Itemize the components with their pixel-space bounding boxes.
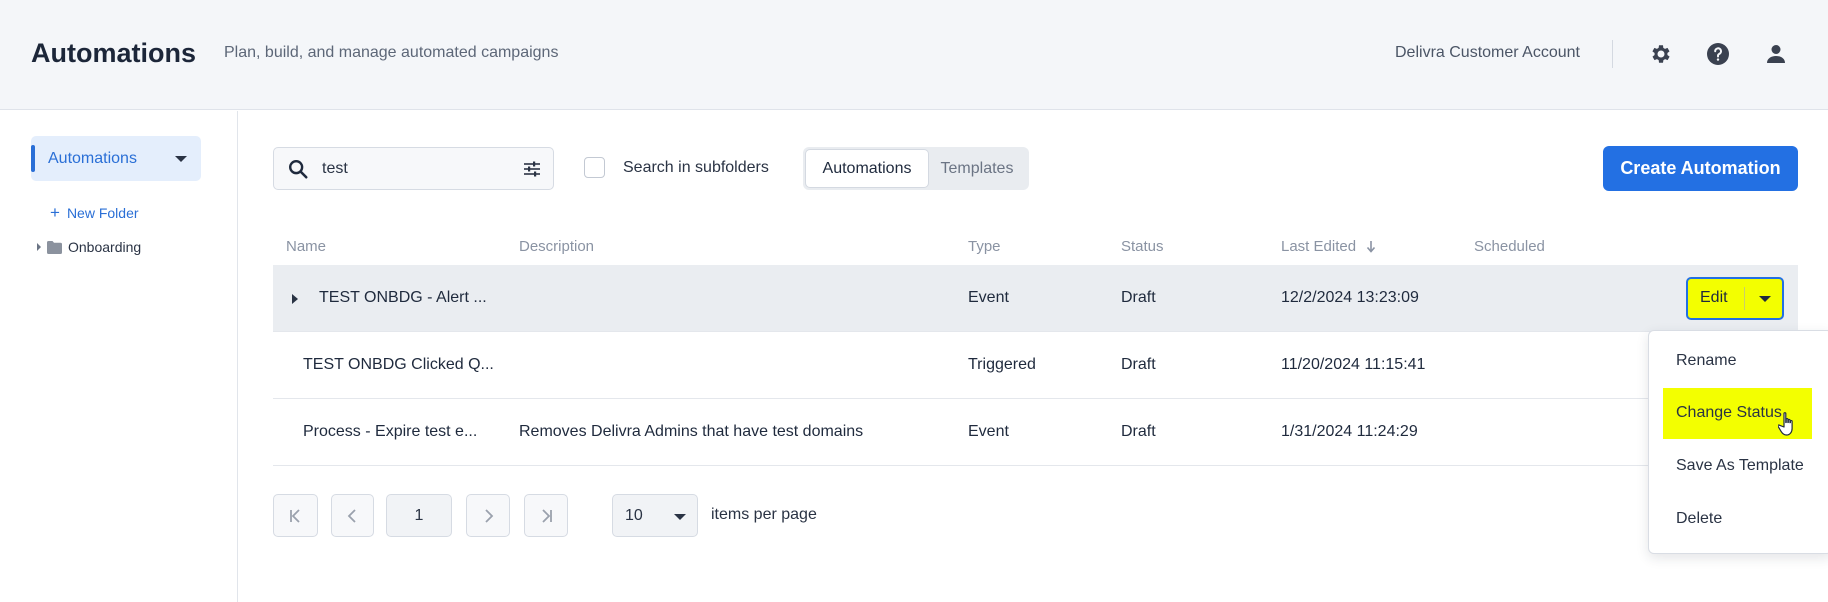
row-last-edited: 11/20/2024 11:15:41 [1281,356,1426,373]
plus-icon: + [50,203,60,222]
row-last-edited: 1/31/2024 11:24:29 [1281,423,1418,440]
previous-page-button[interactable] [331,494,374,537]
folder-label: Onboarding [68,239,142,255]
row-type: Event [968,423,1009,440]
menu-item-delete[interactable]: Delete [1649,493,1828,545]
new-folder-button[interactable]: + New Folder [50,203,139,222]
next-page-button[interactable] [466,494,510,537]
button-divider [1744,287,1745,310]
row-name[interactable]: TEST ONBDG - Alert ... [319,289,487,307]
chevron-right-icon [485,508,494,523]
menu-item-label: Change Status [1676,404,1782,421]
chevron-left-icon [347,508,356,523]
menu-item-change-status[interactable]: Change Status [1649,387,1828,439]
subfolders-label: Search in subfolders [623,158,769,176]
row-type: Triggered [968,356,1036,373]
header-divider [1612,40,1613,68]
table-row[interactable]: Process - Expire test e... Removes Deliv… [273,399,1798,466]
menu-item-label: Save As Template [1676,457,1804,474]
chevron-down-icon[interactable] [175,156,187,162]
per-page-value: 10 [625,507,643,524]
help-icon[interactable] [1705,41,1731,67]
filter-icon[interactable] [523,160,541,178]
create-automation-button[interactable]: Create Automation [1603,146,1798,191]
chevron-down-icon [1759,295,1771,302]
row-name[interactable]: TEST ONBDG Clicked Q... [303,356,494,374]
hand-cursor-icon [1778,412,1793,436]
first-page-button[interactable] [273,494,318,537]
row-description: Removes Delivra Admins that have test do… [519,423,864,440]
column-header-status[interactable]: Status [1121,238,1164,255]
table-row[interactable]: TEST ONBDG Clicked Q... Triggered Draft … [273,332,1798,399]
search-value[interactable]: test [322,160,348,178]
search-icon [289,160,308,179]
view-toggle: Automations Templates [803,147,1029,190]
menu-item-label: Rename [1676,352,1737,369]
edit-dropdown-toggle[interactable] [1748,280,1782,317]
items-per-page-select[interactable]: 10 [612,494,698,537]
sidebar-item-automations[interactable]: Automations [31,136,201,181]
sidebar: Automations + New Folder Onboarding [0,111,238,602]
folder-icon [47,240,62,254]
column-header-name[interactable]: Name [286,238,326,255]
row-status: Draft [1121,289,1156,306]
account-name[interactable]: Delivra Customer Account [1395,44,1580,62]
edit-button[interactable]: Edit [1700,289,1728,307]
row-type: Event [968,289,1009,306]
app-header: Automations Plan, build, and manage auto… [0,0,1828,110]
column-header-last-edited[interactable]: Last Edited [1281,238,1376,255]
expand-arrow-icon[interactable] [37,243,41,251]
edit-split-button: Edit [1686,277,1784,320]
menu-item-label: Delete [1676,510,1723,527]
column-header-label: Last Edited [1281,238,1357,255]
search-subfolders-toggle[interactable]: Search in subfolders [584,157,769,178]
column-header-type[interactable]: Type [968,238,1001,255]
column-header-scheduled[interactable]: Scheduled [1474,238,1545,255]
gear-icon[interactable] [1648,41,1674,67]
sort-down-icon [1366,241,1376,253]
row-status: Draft [1121,423,1156,440]
first-page-icon [289,508,300,523]
table-row[interactable]: TEST ONBDG - Alert ... Event Draft 12/2/… [273,265,1798,332]
sidebar-item-label: Automations [48,149,137,167]
row-name[interactable]: Process - Expire test e... [303,423,477,441]
page-number-input[interactable]: 1 [386,494,452,537]
page-subtitle: Plan, build, and manage automated campai… [224,44,559,61]
column-header-description[interactable]: Description [519,238,594,255]
row-last-edited: 12/2/2024 13:23:09 [1281,289,1419,306]
page-title: Automations [31,38,196,68]
row-actions-menu: Rename Change Status Save As Template De… [1648,330,1828,554]
expand-arrow-icon[interactable] [292,294,298,304]
menu-item-save-as-template[interactable]: Save As Template [1649,440,1828,492]
row-status: Draft [1121,356,1156,373]
tab-templates[interactable]: Templates [928,150,1026,187]
sidebar-folder-onboarding[interactable]: Onboarding [37,239,141,255]
user-icon[interactable] [1763,41,1789,67]
items-per-page-label: items per page [711,506,817,523]
last-page-icon [542,508,552,523]
last-page-button[interactable] [524,494,568,537]
search-input[interactable]: test [273,147,554,190]
menu-item-rename[interactable]: Rename [1649,335,1828,387]
chevron-down-icon [674,514,686,520]
tab-automations[interactable]: Automations [806,150,928,187]
subfolders-checkbox[interactable] [584,157,605,178]
new-folder-label: New Folder [66,205,139,221]
